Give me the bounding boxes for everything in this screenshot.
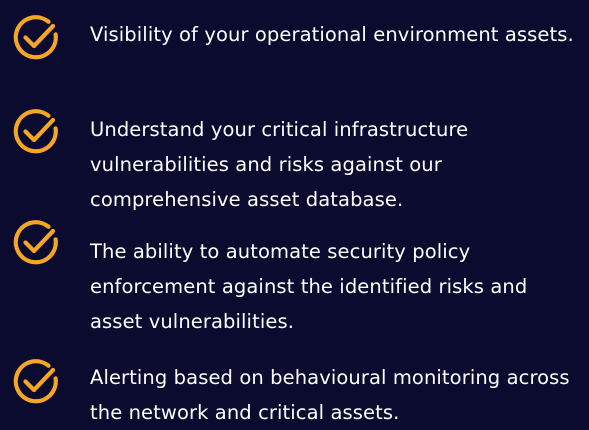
check-circle-icon [13, 359, 58, 404]
benefit-text: Visibility of your operational environme… [90, 23, 574, 46]
check-circle-icon [13, 109, 58, 154]
check-circle-icon [13, 220, 58, 265]
benefit-text: Alerting based on behavioural monitoring… [90, 366, 570, 424]
benefit-list: Visibility of your operational environme… [0, 0, 589, 425]
benefit-text: The ability to automate security policy … [90, 240, 528, 333]
check-circle-icon [13, 15, 58, 60]
benefit-text: Understand your critical infrastructure … [90, 118, 469, 211]
